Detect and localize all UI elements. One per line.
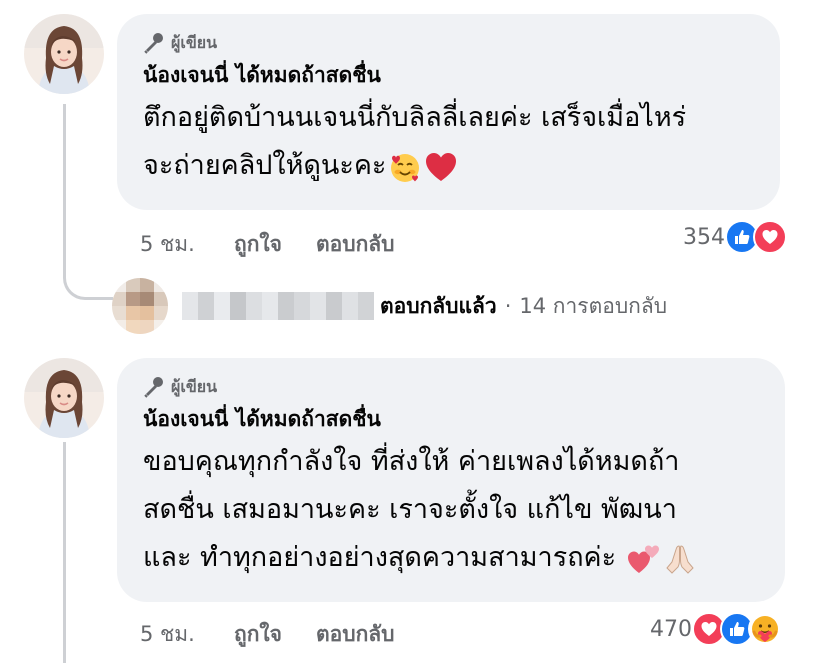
folded-hands-icon [663, 542, 697, 576]
care-reaction-icon [748, 612, 782, 646]
comment-bubble: ผู้เขียน น้องเจนนี่ ได้หมดถ้าสดชื่น ตึกอ… [117, 14, 780, 210]
comments-thread: ผู้เขียน น้องเจนนี่ ได้หมดถ้าสดชื่น ตึกอ… [0, 0, 828, 663]
two-hearts-icon [627, 542, 661, 576]
comment-timestamp[interactable]: 5 ชม. [140, 618, 234, 651]
thread-line [63, 104, 66, 276]
author-badge: ผู้เขียน [143, 376, 759, 398]
author-name[interactable]: น้องเจนนี่ ได้หมดถ้าสดชื่น [143, 62, 754, 88]
comment-text-line-with-emoji: จะถ่ายคลิปให้ดูนะคะ [143, 142, 754, 190]
reply-button[interactable]: ตอบกลับ [316, 618, 395, 651]
comment-actions: 5 ชม. ถูกใจ ตอบกลับ [140, 228, 429, 261]
comment-text: ขอบคุณทุกกำลังใจ ที่ส่งให้ ค่ายเพลงได้หม… [143, 438, 759, 582]
comment-text-line: ขอบคุณทุกกำลังใจ ที่ส่งให้ ค่ายเพลงได้หม… [143, 446, 680, 477]
author-badge-label: ผู้เขียน [171, 376, 218, 396]
microphone-icon [143, 376, 165, 398]
comment-text-line: ตึกอยู่ติดบ้านนเจนนี่กับลิลลี่เลยค่ะ เสร… [143, 102, 687, 133]
reaction-count: 470 [650, 616, 692, 642]
reaction-summary[interactable]: 470 [650, 612, 782, 646]
thread-connector [63, 270, 113, 300]
reaction-summary[interactable]: 354 [683, 220, 787, 254]
like-button[interactable]: ถูกใจ [234, 618, 282, 651]
replied-label: ตอบกลับแล้ว [380, 293, 497, 318]
love-reaction-icon [753, 220, 787, 254]
smiling-face-with-hearts-icon [388, 150, 422, 184]
author-avatar[interactable] [24, 14, 104, 94]
reply-count-label: 14 การตอบกลับ [519, 293, 668, 318]
replier-avatar [112, 278, 168, 334]
author-avatar[interactable] [24, 358, 104, 438]
red-heart-icon [424, 150, 458, 184]
comment-text-line: จะถ่ายคลิปให้ดูนะคะ [143, 150, 387, 181]
author-badge-label: ผู้เขียน [171, 32, 218, 52]
separator-dot: · [504, 294, 512, 318]
reaction-count: 354 [683, 224, 725, 250]
microphone-icon [143, 32, 165, 54]
comment-bubble: ผู้เขียน น้องเจนนี่ ได้หมดถ้าสดชื่น ขอบค… [117, 358, 785, 602]
reply-button[interactable]: ตอบกลับ [316, 228, 395, 261]
like-button[interactable]: ถูกใจ [234, 228, 282, 261]
author-name[interactable]: น้องเจนนี่ ได้หมดถ้าสดชื่น [143, 406, 759, 432]
comment-text: ตึกอยู่ติดบ้านนเจนนี่กับลิลลี่เลยค่ะ เสร… [143, 94, 754, 190]
comment-text-line-with-emoji: และ ทำทุกอย่างอย่างสุดความสามารถค่ะ [143, 534, 759, 582]
comment-text-line: และ ทำทุกอย่างอย่างสุดความสามารถค่ะ [143, 542, 617, 573]
thread-line [63, 442, 66, 663]
author-badge: ผู้เขียน [143, 32, 754, 54]
comment-actions: 5 ชม. ถูกใจ ตอบกลับ [140, 618, 429, 651]
replier-name-redacted [182, 292, 374, 320]
view-replies-row[interactable]: ตอบกลับแล้ว · 14 การตอบกลับ [112, 278, 667, 334]
comment-timestamp[interactable]: 5 ชม. [140, 228, 234, 261]
comment-text-line: สดชื่น เสมอมานะคะ เราจะตั้งใจ แก้ไข พัฒน… [143, 494, 677, 525]
